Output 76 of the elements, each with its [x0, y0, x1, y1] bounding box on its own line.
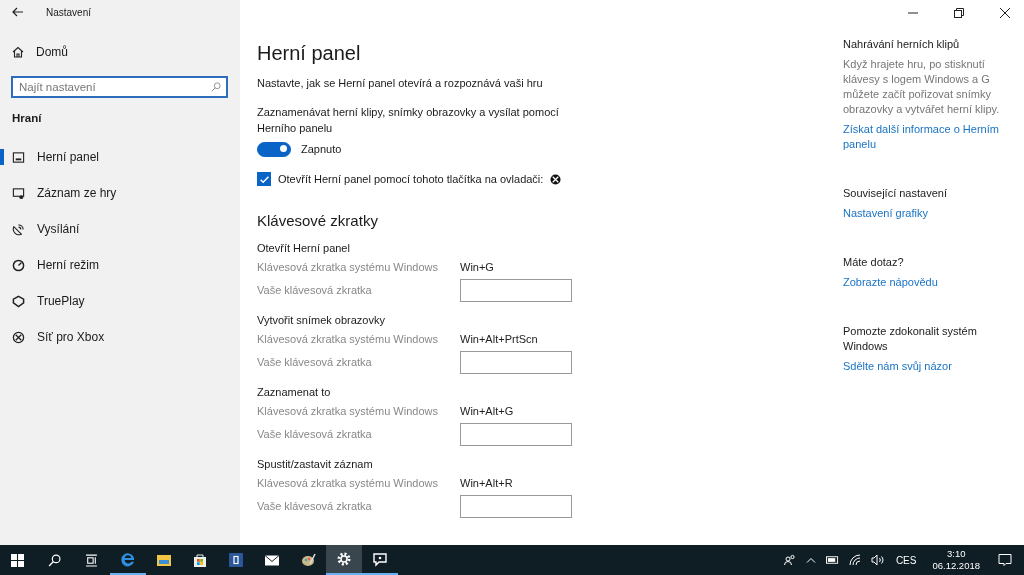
clock[interactable]: 3:10 06.12.2018 — [932, 548, 980, 572]
info-text: Když hrajete hru, po stisknutí klávesy s logem Windows a G můžete začít pořizovat snímky obrazovky a vytvářet herní klipy. — [843, 57, 1001, 117]
palette-icon — [300, 552, 316, 568]
browser-icon — [120, 551, 136, 567]
related-heading: Máte dotaz? — [843, 255, 905, 270]
nav-item[interactable]: Záznam ze hry — [0, 175, 240, 211]
shortcut-title: Otevřít Herní panel — [257, 241, 351, 256]
search-icon — [211, 82, 221, 92]
people-icon[interactable] — [783, 554, 796, 566]
shortcut-label: Klávesová zkratka systému Windows — [257, 333, 439, 345]
toggle-label: Zaznamenávat herní klipy, snímky obrazovky a vysílat pomocí Herního panelu — [257, 105, 560, 136]
related-heading: Pomozte zdokonalit systém Windows — [843, 324, 978, 354]
help-link[interactable]: Získat další informace o Herním panelu — [843, 122, 1013, 152]
search-field[interactable]: Najít nastavení — [11, 76, 228, 98]
section-heading: Hraní — [12, 112, 43, 124]
panel-icon — [12, 150, 25, 164]
task-view-icon[interactable] — [85, 553, 98, 567]
shortcut-value: Win+Alt+PrtScn — [460, 333, 538, 345]
home-icon — [12, 46, 24, 58]
shortcut-title: Vytvořit snímek obrazovky — [257, 313, 386, 328]
mail-icon — [264, 552, 280, 568]
folder-icon — [156, 552, 172, 568]
volume-icon[interactable] — [870, 554, 885, 566]
back-icon[interactable] — [12, 7, 24, 17]
shortcut-label: Klávesová zkratka systému Windows — [257, 477, 439, 489]
chevron-up-icon[interactable] — [805, 557, 816, 563]
shortcut-title: Spustit/zastavit záznam — [257, 457, 374, 472]
shortcut-label: Vaše klávesová zkratka — [257, 500, 373, 512]
shortcut-value: Win+Alt+G — [460, 405, 514, 417]
nav-item[interactable]: Herní režim — [0, 247, 240, 283]
search-icon[interactable] — [48, 553, 61, 567]
nav-item[interactable]: Síť pro Xbox — [0, 319, 240, 355]
settings-icon — [336, 551, 352, 567]
gauge-icon — [12, 258, 25, 272]
nav-item[interactable]: Herní panel — [0, 139, 240, 175]
nav-item[interactable]: TruePlay — [0, 283, 240, 319]
bag-icon — [192, 552, 208, 568]
window-title: Nastavení — [46, 6, 92, 18]
help-link[interactable]: Nastavení grafiky — [843, 206, 1013, 221]
shortcut-label: Klávesová zkratka systému Windows — [257, 261, 439, 273]
shortcut-value: Win+Alt+R — [460, 477, 513, 489]
shortcut-input[interactable] — [460, 494, 572, 518]
shortcut-label: Vaše klávesová zkratka — [257, 428, 373, 440]
satellite-icon — [12, 222, 25, 236]
close-icon[interactable] — [1000, 8, 1010, 18]
shortcut-input[interactable] — [460, 278, 572, 302]
page-title: Herní panel — [257, 41, 362, 66]
battery-icon[interactable] — [825, 556, 839, 564]
nav-item[interactable]: Vysílání — [0, 211, 240, 247]
section-heading: Klávesové zkratky — [257, 211, 379, 231]
notification-icon[interactable] — [998, 553, 1012, 567]
monitor-icon — [12, 186, 25, 200]
start-icon[interactable] — [11, 553, 24, 567]
home-link[interactable]: Domů — [12, 42, 240, 62]
toggle-state: Zapnuto — [301, 143, 342, 155]
shortcut-input[interactable] — [460, 422, 572, 446]
shortcut-value: Win+G — [460, 261, 494, 273]
help-link[interactable]: Sdělte nám svůj názor — [843, 359, 1013, 374]
page-description: Nastavte, jak se Herní panel otevírá a rozpoznává vaši hru — [257, 76, 544, 90]
help-link[interactable]: Zobrazte nápovědu — [843, 275, 1013, 290]
related-heading: Nahrávání herních klipů — [843, 37, 961, 52]
checkbox[interactable] — [257, 172, 271, 186]
wifi-icon[interactable] — [848, 554, 861, 566]
shortcut-title: Zaznamenat to — [257, 385, 332, 400]
shortcut-label: Klávesová zkratka systému Windows — [257, 405, 439, 417]
related-heading: Související nastavení — [843, 186, 948, 201]
shortcut-label: Vaše klávesová zkratka — [257, 356, 373, 368]
restore-icon[interactable] — [954, 8, 964, 18]
shortcut-input[interactable] — [460, 350, 572, 374]
app-icon — [228, 552, 244, 568]
chat-icon — [372, 551, 388, 567]
language-indicator[interactable]: CES — [895, 554, 917, 566]
taskbar-button[interactable] — [326, 545, 362, 575]
shortcut-label: Vaše klávesová zkratka — [257, 284, 373, 296]
checkbox-label: Otevřít Herní panel pomocí tohoto tlačítka na ovladači: — [278, 173, 544, 185]
toggle-switch[interactable] — [257, 141, 291, 157]
